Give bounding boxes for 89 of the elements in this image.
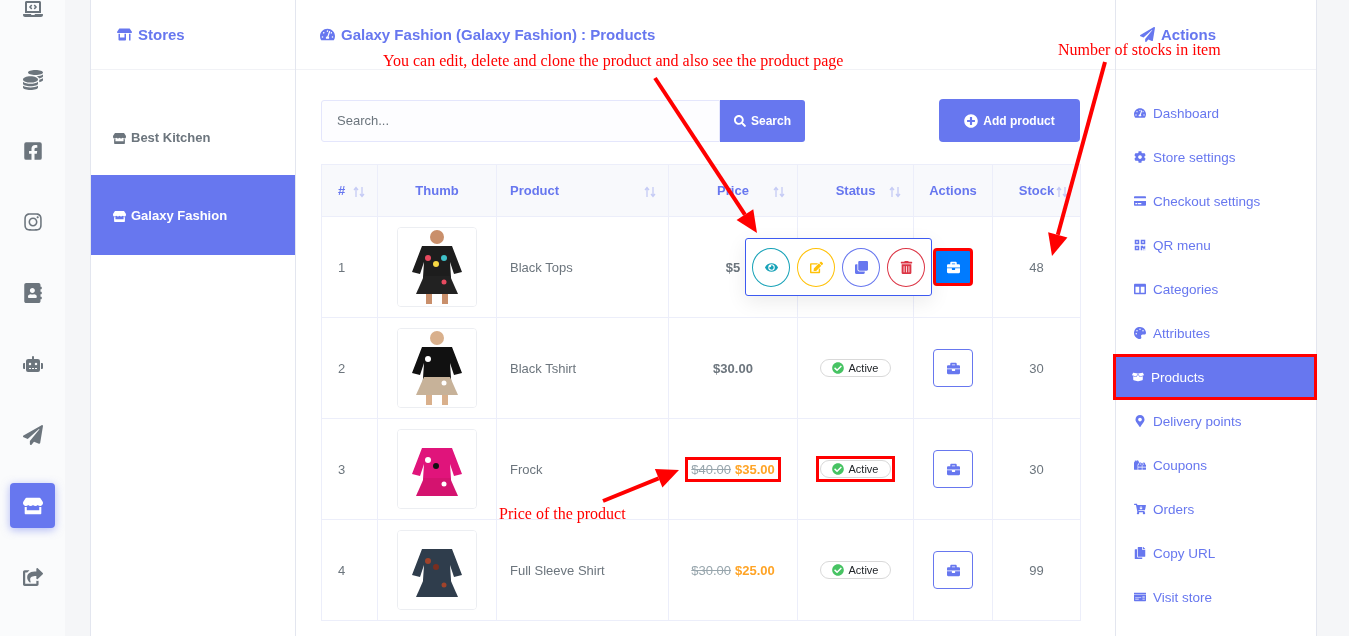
- table-cell: 30: [1029, 360, 1044, 376]
- column-header[interactable]: #: [321, 164, 378, 217]
- nav-item[interactable]: Checkout settings: [1116, 179, 1316, 223]
- gauge-icon: [1134, 107, 1146, 119]
- product-name: Black Tops: [510, 259, 573, 275]
- table-cell: 2: [338, 360, 346, 376]
- table-cell: 4: [338, 562, 346, 578]
- store-icon: [117, 27, 132, 42]
- actions-button[interactable]: [933, 450, 973, 488]
- nav-item[interactable]: Copy URL: [1116, 531, 1316, 575]
- annotation-text: Number of stocks in item: [1058, 41, 1221, 59]
- trash-icon: [899, 260, 913, 274]
- card-icon: [1134, 591, 1146, 603]
- price: $35.00: [735, 461, 775, 477]
- table-cell: 48: [1029, 259, 1044, 275]
- price: $25.00: [735, 562, 775, 578]
- table-cell: 1: [338, 259, 346, 275]
- view-button[interactable]: [752, 247, 790, 287]
- table-cell: 99: [1029, 562, 1044, 578]
- column-header[interactable]: Product: [496, 164, 669, 217]
- credit-card-icon: [1134, 195, 1146, 207]
- status-badge: Active: [819, 561, 892, 579]
- briefcase-icon: [946, 260, 960, 274]
- store-item[interactable]: Galaxy Fashion: [91, 175, 295, 255]
- actions-button[interactable]: [933, 551, 973, 589]
- nav-item[interactable]: Dashboard: [1116, 91, 1316, 135]
- store-item[interactable]: Best Kitchen: [91, 70, 295, 175]
- clone-icon: [854, 260, 868, 274]
- search-field[interactable]: Search...: [321, 99, 720, 142]
- edit-icon: [809, 260, 823, 274]
- qr-code-icon: [1134, 239, 1146, 251]
- briefcase-icon: [946, 361, 960, 375]
- nav-item[interactable]: Orders: [1116, 487, 1316, 531]
- column-header[interactable]: Status: [797, 164, 914, 217]
- store-icon[interactable]: [10, 483, 55, 528]
- store-icon: [113, 132, 126, 145]
- briefcase-icon: [946, 462, 960, 476]
- annotation-text: Price of the product: [499, 505, 626, 523]
- table-cell: 3: [338, 461, 346, 477]
- actions-button[interactable]: [933, 248, 973, 286]
- search-button[interactable]: Search: [720, 99, 805, 142]
- column-header: Thumb: [377, 164, 497, 217]
- price: $30.00: [713, 360, 753, 376]
- nav-item[interactable]: Delivery points: [1116, 399, 1316, 443]
- price: $5: [725, 259, 741, 275]
- copy-icon: [1134, 547, 1146, 559]
- annotation-text: You can edit, delete and clone the product and also see the product page: [383, 52, 844, 70]
- nav-item[interactable]: Attributes: [1116, 311, 1316, 355]
- status-badge: Active: [819, 359, 892, 377]
- plus-icon: [964, 113, 979, 128]
- eye-icon: [764, 260, 778, 274]
- nav-item[interactable]: Categories: [1116, 267, 1316, 311]
- briefcase-icon: [946, 563, 960, 577]
- sort-icon[interactable]: [1056, 186, 1068, 198]
- page-title: Galaxy Fashion (Galaxy Fashion) : Products: [320, 26, 656, 43]
- panel-title: Actions: [1140, 26, 1216, 43]
- store-icon: [113, 210, 126, 223]
- panel-title: Stores: [117, 26, 185, 43]
- map-pin-icon: [1134, 415, 1146, 427]
- nav-item[interactable]: Products: [1114, 355, 1316, 399]
- search-icon: [734, 114, 746, 127]
- cart-icon: [1134, 503, 1146, 515]
- actions-button[interactable]: [933, 349, 973, 387]
- palette-icon: [1134, 327, 1146, 339]
- column-header[interactable]: Stock: [992, 164, 1081, 217]
- old-price: $40.00: [691, 461, 731, 477]
- status-badge: Active: [819, 460, 892, 478]
- gauge-icon: [320, 27, 335, 42]
- add-product-button[interactable]: Add product: [939, 99, 1080, 142]
- nav-item[interactable]: QR menu: [1116, 223, 1316, 267]
- column-header: Actions: [913, 164, 993, 217]
- clone-button[interactable]: [842, 247, 880, 287]
- box-icon: [1132, 371, 1144, 383]
- check-icon: [831, 362, 844, 374]
- nav-item[interactable]: Coupons: [1116, 443, 1316, 487]
- settings-icon: [1134, 151, 1146, 163]
- product-name: Full Sleeve Shirt: [510, 562, 605, 578]
- product-name: Frock: [510, 461, 543, 477]
- table-cell: 30: [1029, 461, 1044, 477]
- paper-plane-icon: [1140, 27, 1155, 42]
- nav-item[interactable]: Store settings: [1116, 135, 1316, 179]
- delete-button[interactable]: [887, 247, 925, 287]
- check-icon: [831, 463, 844, 475]
- check-icon: [831, 564, 844, 576]
- gifts-icon: [1134, 459, 1146, 471]
- nav-item[interactable]: Visit store: [1116, 575, 1316, 619]
- product-name: Black Tshirt: [510, 360, 577, 376]
- columns-icon: [1134, 283, 1146, 295]
- old-price: $30.00: [691, 562, 731, 578]
